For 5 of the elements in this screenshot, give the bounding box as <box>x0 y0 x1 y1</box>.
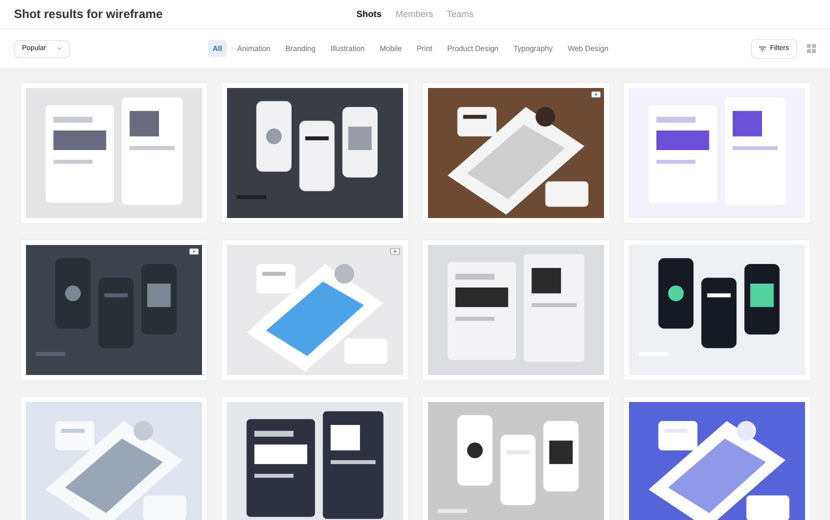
caret-icon <box>57 46 62 51</box>
page-title: Shot results for wireframe <box>14 7 164 21</box>
filter-icon <box>758 46 766 52</box>
nav-tab[interactable]: Members <box>395 9 433 19</box>
nav-tab[interactable]: Shots <box>356 9 382 19</box>
